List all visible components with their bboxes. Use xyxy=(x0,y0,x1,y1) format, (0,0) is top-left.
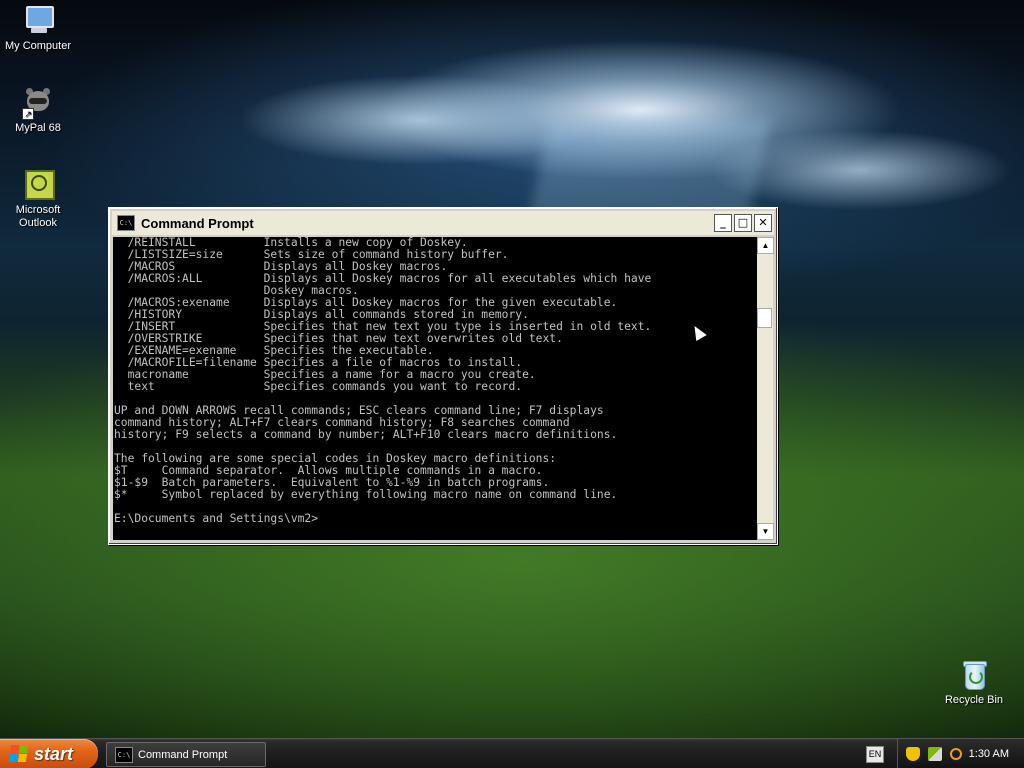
system-tray: 1:30 AM xyxy=(897,739,1024,768)
start-button[interactable]: start xyxy=(0,739,98,768)
security-shield-icon[interactable] xyxy=(906,747,920,761)
desktop-icon-label: Microsoft Outlook xyxy=(15,204,61,229)
mypal-raccoon-icon: ↗ xyxy=(22,86,54,120)
desktop-icon-mypal[interactable]: ↗ MyPal 68 xyxy=(0,86,76,135)
scroll-up-arrow-icon[interactable]: ▲ xyxy=(757,237,774,254)
desktop-icon-my-computer[interactable]: My Computer xyxy=(0,4,76,53)
network-icon[interactable] xyxy=(928,747,942,761)
windows-logo-icon xyxy=(8,745,30,763)
scroll-thumb[interactable] xyxy=(757,308,772,328)
console-app-icon: C:\ xyxy=(115,746,133,763)
desktop-icon-recycle-bin[interactable]: Recycle Bin xyxy=(936,658,1012,707)
search-icon[interactable] xyxy=(950,748,962,760)
desktop-icon-label: Recycle Bin xyxy=(944,694,1004,706)
desktop-icon-outlook[interactable]: Microsoft Outlook xyxy=(0,168,76,230)
close-button[interactable]: ✕ xyxy=(754,214,772,232)
recycle-bin-icon xyxy=(958,658,990,690)
taskbar-button-label: Command Prompt xyxy=(138,748,228,761)
desktop-icon-label: MyPal 68 xyxy=(15,122,61,134)
console-app-icon[interactable]: C:\ xyxy=(117,215,135,231)
scroll-down-arrow-icon[interactable]: ▼ xyxy=(757,523,774,540)
command-prompt-window[interactable]: C:\ Command Prompt _ □ ✕ /REINSTALL Inst… xyxy=(108,207,778,545)
taskbar: start C:\ Command Prompt EN 1:30 AM xyxy=(0,738,1024,768)
console-text[interactable]: /REINSTALL Installs a new copy of Doskey… xyxy=(113,237,757,525)
my-computer-icon xyxy=(22,4,54,36)
maximize-button[interactable]: □ xyxy=(734,214,752,232)
desktop-icon-label: My Computer xyxy=(4,40,72,52)
taskbar-button-command-prompt[interactable]: C:\ Command Prompt xyxy=(106,742,266,767)
start-label: start xyxy=(34,743,74,764)
window-title: Command Prompt xyxy=(141,215,254,231)
clock[interactable]: 1:30 AM xyxy=(969,748,1009,760)
window-titlebar[interactable]: C:\ Command Prompt _ □ ✕ xyxy=(112,211,774,235)
minimize-button[interactable]: _ xyxy=(714,214,732,232)
outlook-icon xyxy=(22,168,55,200)
vertical-scrollbar[interactable]: ▲ ▼ xyxy=(757,237,774,540)
language-indicator[interactable]: EN xyxy=(866,746,884,763)
console-output[interactable]: /REINSTALL Installs a new copy of Doskey… xyxy=(113,237,757,540)
